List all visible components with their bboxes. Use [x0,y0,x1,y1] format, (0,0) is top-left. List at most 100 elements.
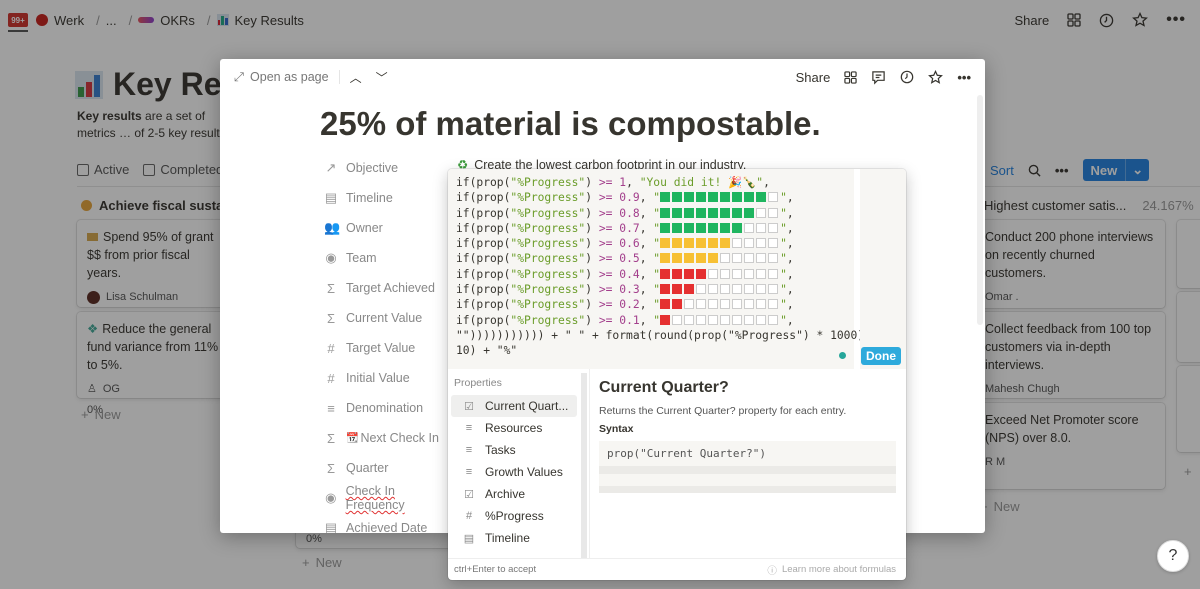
progress-square [768,192,779,203]
progress-square [768,268,779,279]
property-name: Target Achieved [346,281,435,295]
calendar-icon: ▤ [324,520,338,533]
property-list-scrollbar[interactable] [581,373,587,559]
progress-square [684,314,695,325]
number-icon: # [465,510,473,522]
progress-square [660,253,671,264]
progress-square [744,238,755,249]
progress-square [696,268,707,279]
property-option-resources[interactable]: ≡ Resources [451,417,577,439]
comment-icon[interactable] [871,70,886,85]
progress-square [744,253,755,264]
progress-square [672,284,683,295]
property-name: Achieved Date [346,521,428,533]
property-target-value[interactable]: # Target Value [324,333,454,363]
progress-square [720,284,731,295]
syntax-code: prop("Current Quarter?") [599,441,896,493]
property-next-check-in[interactable]: Σ 📆 Next Check In [324,423,454,453]
formula-icon: Σ [326,430,336,446]
modal-scrollbar[interactable] [977,95,983,325]
open-as-page-button[interactable]: ⤢ Open as page [234,70,329,85]
property-option-timeline[interactable]: ▤ Timeline [451,527,577,549]
expand-icon: ⤢ [234,69,245,84]
text-icon: ≡ [465,422,473,434]
formula-icon: Σ [326,280,336,296]
formula-line: if(prop("%Progress") >= 0.1, " ", [456,313,794,327]
syntax-label: Syntax [599,423,634,435]
share-button[interactable]: Share [796,70,831,85]
editor-gutter [860,169,906,369]
formula-input[interactable]: if(prop("%Progress") >= 1, "You did it! … [448,169,878,369]
property-option-archive[interactable]: ☑ Archive [451,483,577,505]
property-timeline[interactable]: ▤ Timeline [324,183,454,213]
progress-square [708,222,719,233]
property-current-value[interactable]: Σ Current Value [324,303,454,333]
chevron-up-icon[interactable]: ︿ [350,69,362,86]
progress-square [684,268,695,279]
progress-square [720,222,731,233]
help-button[interactable]: ? [1157,540,1189,572]
formula-property-list: Properties ☑ Current Quart... ≡ Resources … [448,369,590,559]
progress-square [660,222,671,233]
progress-square [672,222,683,233]
progress-square [768,284,779,295]
done-button[interactable]: Done [861,347,901,365]
progress-square [744,222,755,233]
progress-square [756,238,767,249]
formula-line: if(prop("%Progress") >= 0.8, " ", [456,206,794,220]
calendar-icon: ▤ [463,532,475,545]
property-name: Current Value [346,311,423,325]
formula-line: if(prop("%Progress") >= 0.4, " ", [456,267,794,281]
properties-header: Properties [454,377,502,389]
text-icon: ≡ [465,444,473,456]
star-icon[interactable] [928,69,944,85]
property-option-growth-values[interactable]: ≡ Growth Values [451,461,577,483]
modal-actions: Share ••• [796,59,971,95]
help-circle-icon: ⓘ [767,565,777,577]
property-denomination[interactable]: ≡ Denomination [324,393,454,423]
property-achieved-date[interactable]: ▤ Achieved Date [324,513,454,533]
progress-square [708,192,719,203]
person-icon: 👥 [324,220,341,235]
learn-more-link[interactable]: ⓘ Learn more about formulas [767,563,896,577]
property-check-in-frequency[interactable]: ◉ Check In Frequency [324,483,454,513]
progress-square [708,268,719,279]
property-owner[interactable]: 👥 Owner [324,213,454,243]
progress-square [720,299,731,310]
property-objective[interactable]: ↗ Objective [324,153,454,183]
checkbox-icon: ☑ [464,400,474,413]
progress-square [708,207,719,218]
checkbox-icon: ☑ [464,488,474,501]
relation-arrow-icon: ↗ [325,160,337,175]
property-option-progress[interactable]: # %Progress [451,505,577,527]
property-team[interactable]: ◉ Team [324,243,454,273]
calendar-icon: ▤ [324,190,338,205]
property-quarter[interactable]: Σ Quarter [324,453,454,483]
formula-line: 10) + "%" [456,344,518,358]
property-name: Owner [346,221,383,235]
property-initial-value[interactable]: # Initial Value [324,363,454,393]
progress-square [708,299,719,310]
progress-square [708,253,719,264]
formula-line: if(prop("%Progress") >= 0.2, " ", [456,298,794,312]
progress-square [720,253,731,264]
progress-square [660,284,671,295]
entry-title[interactable]: 25% of material is compostable. [320,105,821,143]
valid-indicator [839,352,846,359]
property-name: Check In Frequency [345,484,405,512]
property-option-current-quarter[interactable]: ☑ Current Quart... [451,395,577,417]
history-icon[interactable] [900,70,914,84]
layout-icon[interactable] [844,70,858,84]
progress-square [672,207,683,218]
progress-square [684,253,695,264]
property-option-tasks[interactable]: ≡ Tasks [451,439,577,461]
progress-square [696,314,707,325]
detail-description: Returns the Current Quarter? property fo… [599,405,847,417]
select-icon: ◉ [325,490,337,505]
more-icon[interactable]: ••• [957,70,971,85]
chevron-down-icon[interactable]: ﹀ [376,69,388,86]
progress-square [756,314,767,325]
progress-square [756,207,767,218]
progress-square [696,253,707,264]
property-target-achieved[interactable]: Σ Target Achieved [324,273,454,303]
